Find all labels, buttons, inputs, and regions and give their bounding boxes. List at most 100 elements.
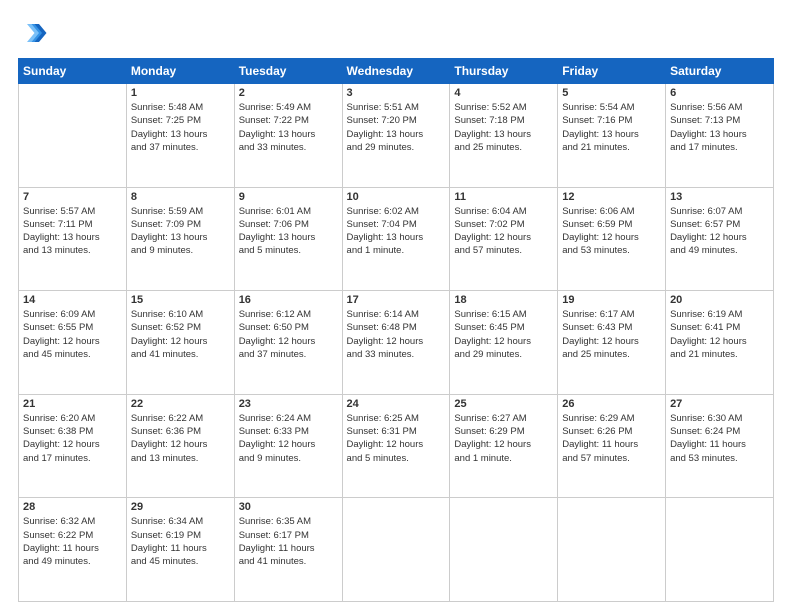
logo-icon xyxy=(18,18,48,48)
calendar-cell: 16Sunrise: 6:12 AM Sunset: 6:50 PM Dayli… xyxy=(234,291,342,395)
day-number: 8 xyxy=(131,191,230,203)
calendar-week-1: 1 Sunrise: 5:48 AM Sunset: 7:25 PM Daylig… xyxy=(19,84,774,188)
day-number: 1 xyxy=(131,87,230,99)
day-header-thursday: Thursday xyxy=(450,59,558,84)
calendar-week-5: 28 Sunrise: 6:32 AM Sunset: 6:22 PM Dayli… xyxy=(19,498,774,602)
calendar-cell: 2 Sunrise: 5:49 AM Sunset: 7:22 PM Daylig… xyxy=(234,84,342,188)
calendar-cell: 5Sunrise: 5:54 AM Sunset: 7:16 PM Daylig… xyxy=(558,84,666,188)
calendar-cell: 15 Sunrise: 6:10 AM Sunset: 6:52 PM Dayli… xyxy=(126,291,234,395)
day-number: 17 xyxy=(347,294,446,306)
cell-info: Sunrise: 6:10 AM Sunset: 6:52 PM Dayligh… xyxy=(131,308,230,361)
cell-info: Sunrise: 6:25 AM Sunset: 6:31 PM Dayligh… xyxy=(347,412,446,465)
day-number: 14 xyxy=(23,294,122,306)
day-number: 16 xyxy=(239,294,338,306)
calendar-cell: 19 Sunrise: 6:17 AM Sunset: 6:43 PM Dayli… xyxy=(558,291,666,395)
calendar-cell: 10 Sunrise: 6:02 AM Sunset: 7:04 PM Dayli… xyxy=(342,187,450,291)
day-header-saturday: Saturday xyxy=(666,59,774,84)
calendar-cell: 4 Sunrise: 5:52 AM Sunset: 7:18 PM Daylig… xyxy=(450,84,558,188)
cell-info: Sunrise: 6:07 AM Sunset: 6:57 PM Dayligh… xyxy=(670,205,769,258)
day-header-sunday: Sunday xyxy=(19,59,127,84)
calendar-cell: 6 Sunrise: 5:56 AM Sunset: 7:13 PM Daylig… xyxy=(666,84,774,188)
day-number: 11 xyxy=(454,191,553,203)
calendar-cell: 11 Sunrise: 6:04 AM Sunset: 7:02 PM Dayli… xyxy=(450,187,558,291)
header xyxy=(18,18,774,48)
cell-info: Sunrise: 6:02 AM Sunset: 7:04 PM Dayligh… xyxy=(347,205,446,258)
calendar-cell: 29Sunrise: 6:34 AM Sunset: 6:19 PM Dayli… xyxy=(126,498,234,602)
day-number: 18 xyxy=(454,294,553,306)
calendar-cell xyxy=(666,498,774,602)
cell-info: Sunrise: 6:01 AM Sunset: 7:06 PM Dayligh… xyxy=(239,205,338,258)
calendar-cell xyxy=(450,498,558,602)
calendar-week-3: 14 Sunrise: 6:09 AM Sunset: 6:55 PM Dayli… xyxy=(19,291,774,395)
day-number: 19 xyxy=(562,294,661,306)
cell-info: Sunrise: 6:29 AM Sunset: 6:26 PM Dayligh… xyxy=(562,412,661,465)
cell-info: Sunrise: 6:19 AM Sunset: 6:41 PM Dayligh… xyxy=(670,308,769,361)
cell-info: Sunrise: 6:32 AM Sunset: 6:22 PM Dayligh… xyxy=(23,515,122,568)
calendar-cell: 24 Sunrise: 6:25 AM Sunset: 6:31 PM Dayli… xyxy=(342,394,450,498)
calendar-cell: 3 Sunrise: 5:51 AM Sunset: 7:20 PM Daylig… xyxy=(342,84,450,188)
day-number: 9 xyxy=(239,191,338,203)
calendar-cell: 1 Sunrise: 5:48 AM Sunset: 7:25 PM Daylig… xyxy=(126,84,234,188)
day-header-tuesday: Tuesday xyxy=(234,59,342,84)
calendar-cell: 26 Sunrise: 6:29 AM Sunset: 6:26 PM Dayli… xyxy=(558,394,666,498)
day-number: 2 xyxy=(239,87,338,99)
day-number: 23 xyxy=(239,398,338,410)
cell-info: Sunrise: 5:54 AM Sunset: 7:16 PM Dayligh… xyxy=(562,101,661,154)
day-number: 28 xyxy=(23,501,122,513)
day-number: 13 xyxy=(670,191,769,203)
day-number: 3 xyxy=(347,87,446,99)
day-number: 27 xyxy=(670,398,769,410)
cell-info: Sunrise: 6:20 AM Sunset: 6:38 PM Dayligh… xyxy=(23,412,122,465)
calendar-cell: 18 Sunrise: 6:15 AM Sunset: 6:45 PM Dayli… xyxy=(450,291,558,395)
calendar-cell: 7 Sunrise: 5:57 AM Sunset: 7:11 PM Daylig… xyxy=(19,187,127,291)
calendar-cell: 30Sunrise: 6:35 AM Sunset: 6:17 PM Dayli… xyxy=(234,498,342,602)
calendar-cell: 25Sunrise: 6:27 AM Sunset: 6:29 PM Dayli… xyxy=(450,394,558,498)
day-number: 7 xyxy=(23,191,122,203)
day-number: 25 xyxy=(454,398,553,410)
day-number: 24 xyxy=(347,398,446,410)
calendar-cell: 27 Sunrise: 6:30 AM Sunset: 6:24 PM Dayli… xyxy=(666,394,774,498)
calendar-cell: 21 Sunrise: 6:20 AM Sunset: 6:38 PM Dayli… xyxy=(19,394,127,498)
cell-info: Sunrise: 6:17 AM Sunset: 6:43 PM Dayligh… xyxy=(562,308,661,361)
day-header-wednesday: Wednesday xyxy=(342,59,450,84)
day-header-monday: Monday xyxy=(126,59,234,84)
cell-info: Sunrise: 5:51 AM Sunset: 7:20 PM Dayligh… xyxy=(347,101,446,154)
cell-info: Sunrise: 5:56 AM Sunset: 7:13 PM Dayligh… xyxy=(670,101,769,154)
cell-info: Sunrise: 5:52 AM Sunset: 7:18 PM Dayligh… xyxy=(454,101,553,154)
day-number: 10 xyxy=(347,191,446,203)
calendar-cell: 17 Sunrise: 6:14 AM Sunset: 6:48 PM Dayli… xyxy=(342,291,450,395)
cell-info: Sunrise: 6:30 AM Sunset: 6:24 PM Dayligh… xyxy=(670,412,769,465)
cell-info: Sunrise: 6:22 AM Sunset: 6:36 PM Dayligh… xyxy=(131,412,230,465)
cell-info: Sunrise: 6:35 AM Sunset: 6:17 PM Dayligh… xyxy=(239,515,338,568)
day-header-friday: Friday xyxy=(558,59,666,84)
cell-info: Sunrise: 6:04 AM Sunset: 7:02 PM Dayligh… xyxy=(454,205,553,258)
calendar-header-row: SundayMondayTuesdayWednesdayThursdayFrid… xyxy=(19,59,774,84)
calendar-cell: 12Sunrise: 6:06 AM Sunset: 6:59 PM Dayli… xyxy=(558,187,666,291)
calendar-cell: 23 Sunrise: 6:24 AM Sunset: 6:33 PM Dayli… xyxy=(234,394,342,498)
calendar-week-2: 7 Sunrise: 5:57 AM Sunset: 7:11 PM Daylig… xyxy=(19,187,774,291)
calendar-week-4: 21 Sunrise: 6:20 AM Sunset: 6:38 PM Dayli… xyxy=(19,394,774,498)
page: SundayMondayTuesdayWednesdayThursdayFrid… xyxy=(0,0,792,612)
calendar-cell: 22 Sunrise: 6:22 AM Sunset: 6:36 PM Dayli… xyxy=(126,394,234,498)
day-number: 6 xyxy=(670,87,769,99)
calendar-cell: 13 Sunrise: 6:07 AM Sunset: 6:57 PM Dayli… xyxy=(666,187,774,291)
cell-info: Sunrise: 6:09 AM Sunset: 6:55 PM Dayligh… xyxy=(23,308,122,361)
calendar-cell xyxy=(19,84,127,188)
day-number: 15 xyxy=(131,294,230,306)
calendar-cell: 20 Sunrise: 6:19 AM Sunset: 6:41 PM Dayli… xyxy=(666,291,774,395)
calendar-cell: 14 Sunrise: 6:09 AM Sunset: 6:55 PM Dayli… xyxy=(19,291,127,395)
cell-info: Sunrise: 6:15 AM Sunset: 6:45 PM Dayligh… xyxy=(454,308,553,361)
day-number: 21 xyxy=(23,398,122,410)
cell-info: Sunrise: 5:57 AM Sunset: 7:11 PM Dayligh… xyxy=(23,205,122,258)
cell-info: Sunrise: 5:59 AM Sunset: 7:09 PM Dayligh… xyxy=(131,205,230,258)
cell-info: Sunrise: 6:24 AM Sunset: 6:33 PM Dayligh… xyxy=(239,412,338,465)
cell-info: Sunrise: 5:49 AM Sunset: 7:22 PM Dayligh… xyxy=(239,101,338,154)
day-number: 26 xyxy=(562,398,661,410)
cell-info: Sunrise: 6:14 AM Sunset: 6:48 PM Dayligh… xyxy=(347,308,446,361)
day-number: 22 xyxy=(131,398,230,410)
cell-info: Sunrise: 5:48 AM Sunset: 7:25 PM Dayligh… xyxy=(131,101,230,154)
day-number: 4 xyxy=(454,87,553,99)
logo xyxy=(18,18,50,48)
day-number: 20 xyxy=(670,294,769,306)
calendar-cell: 28 Sunrise: 6:32 AM Sunset: 6:22 PM Dayli… xyxy=(19,498,127,602)
